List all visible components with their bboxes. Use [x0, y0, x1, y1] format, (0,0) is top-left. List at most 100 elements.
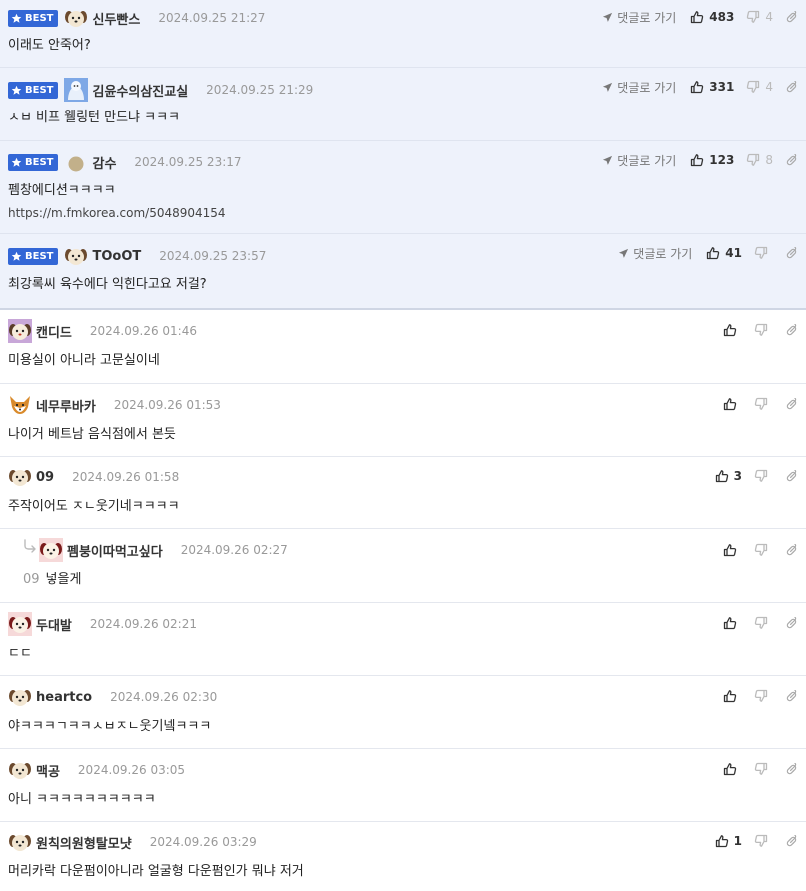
nickname[interactable]: 김윤수의삼진교실: [92, 81, 188, 100]
upvote-button[interactable]: [723, 543, 742, 557]
avatar[interactable]: [64, 6, 88, 30]
downvote-button[interactable]: [754, 246, 773, 260]
upvote-button[interactable]: 3: [715, 469, 742, 483]
comment-text: 나이거 베트남 음식점에서 본듯: [8, 427, 176, 442]
copy-link-button[interactable]: [785, 324, 798, 337]
avatar[interactable]: [8, 465, 32, 489]
paper-plane-icon: [618, 248, 629, 259]
downvote-button[interactable]: [754, 469, 773, 483]
nickname[interactable]: 펨붕이따먹고싶다: [67, 541, 163, 560]
upvote-button[interactable]: [723, 323, 742, 337]
nickname[interactable]: 두대발: [36, 615, 72, 634]
link-icon: [785, 470, 798, 483]
copy-link-button[interactable]: [785, 690, 798, 703]
comment-actions: 댓글로 가기 123 8: [602, 151, 798, 169]
copy-link-button[interactable]: [785, 617, 798, 630]
upvote-button[interactable]: [723, 689, 742, 703]
comment-item: BEST TOoOT 2024.09.25 23:57 댓글로 가기 41 최강…: [0, 234, 806, 310]
comment-item: 09 2024.09.26 01:58 3 주작이어도 ㅈㄴ웃기네ㅋㅋㅋㅋ: [0, 457, 806, 529]
avatar[interactable]: [39, 538, 63, 562]
thumbs-down-icon: [754, 469, 768, 483]
thumbs-up-icon: [715, 834, 729, 848]
upvote-button[interactable]: 123: [690, 153, 734, 167]
upvote-button[interactable]: 483: [690, 10, 734, 24]
thumbs-up-icon: [706, 246, 720, 260]
avatar[interactable]: [8, 830, 32, 854]
avatar[interactable]: [64, 244, 88, 268]
copy-link-button[interactable]: [785, 835, 798, 848]
downvote-count: 4: [765, 80, 773, 94]
nickname[interactable]: TOoOT: [92, 249, 141, 264]
go-to-reply-link[interactable]: 댓글로 가기: [602, 152, 676, 169]
comment-date: 2024.09.26 02:27: [180, 543, 288, 557]
nickname[interactable]: 네무루바카: [36, 396, 96, 415]
comment-text: 야ㅋㅋㅋㄱㅋㅋㅅㅂㅈㄴ웃기넼ㅋㅋㅋ: [8, 719, 212, 734]
upvote-button[interactable]: 41: [706, 246, 742, 260]
nickname[interactable]: 맥공: [36, 761, 60, 780]
thumbs-up-icon: [723, 323, 737, 337]
avatar[interactable]: [8, 393, 32, 417]
downvote-button[interactable]: [754, 689, 773, 703]
copy-link-button[interactable]: [785, 398, 798, 411]
upvote-button[interactable]: 331: [690, 80, 734, 94]
downvote-button[interactable]: [754, 543, 773, 557]
nickname[interactable]: 09: [36, 470, 54, 485]
comment-actions: 댓글로 가기 483 4: [602, 8, 798, 26]
star-icon: [11, 85, 22, 96]
star-icon: [11, 251, 22, 262]
thumbs-down-icon: [754, 762, 768, 776]
nickname[interactable]: 원칙의원형탈모냣: [36, 833, 132, 852]
avatar[interactable]: [64, 150, 88, 174]
avatar[interactable]: [8, 758, 32, 782]
downvote-button[interactable]: [754, 834, 773, 848]
downvote-button[interactable]: [754, 397, 773, 411]
copy-link-button[interactable]: [785, 11, 798, 24]
thumbs-down-icon: [754, 323, 768, 337]
copy-link-button[interactable]: [785, 544, 798, 557]
copy-link-button[interactable]: [785, 154, 798, 167]
comment-actions: [723, 760, 798, 778]
downvote-count: 4: [765, 10, 773, 24]
go-to-reply-link[interactable]: 댓글로 가기: [618, 245, 692, 262]
link-icon: [785, 617, 798, 630]
avatar[interactable]: [64, 78, 88, 102]
comment-meta: 두대발 2024.09.26 02:21: [8, 614, 197, 634]
go-to-reply-link[interactable]: 댓글로 가기: [602, 9, 676, 26]
upvote-button[interactable]: [723, 616, 742, 630]
comment-meta: 캔디드 2024.09.26 01:46: [8, 321, 197, 341]
go-to-reply-link[interactable]: 댓글로 가기: [602, 79, 676, 96]
upvote-count: 123: [709, 153, 735, 167]
upvote-button[interactable]: [723, 762, 742, 776]
comment-url-link[interactable]: https://m.fmkorea.com/5048904154: [8, 206, 226, 220]
downvote-button[interactable]: 8: [746, 153, 773, 167]
parent-nickname-ref[interactable]: 09: [23, 572, 40, 587]
copy-link-button[interactable]: [785, 247, 798, 260]
reply-link-label: 댓글로 가기: [617, 80, 677, 95]
copy-link-button[interactable]: [785, 763, 798, 776]
avatar[interactable]: [8, 685, 32, 709]
nickname[interactable]: 감수: [92, 153, 116, 172]
downvote-button[interactable]: [754, 616, 773, 630]
nickname[interactable]: 신두빤스: [92, 9, 140, 28]
thumbs-up-icon: [723, 397, 737, 411]
comment-meta: 네무루바카 2024.09.26 01:53: [8, 395, 221, 415]
downvote-button[interactable]: 4: [746, 10, 773, 24]
link-icon: [785, 398, 798, 411]
downvote-button[interactable]: [754, 762, 773, 776]
nickname[interactable]: heartco: [36, 690, 92, 705]
comment-meta: 09 2024.09.26 01:58: [8, 467, 179, 487]
upvote-count: 41: [725, 246, 742, 260]
downvote-button[interactable]: [754, 323, 773, 337]
avatar[interactable]: [8, 319, 32, 343]
thumbs-down-icon: [746, 153, 760, 167]
upvote-button[interactable]: [723, 397, 742, 411]
comment-meta: BEST 신두빤스 2024.09.25 21:27: [8, 8, 265, 28]
copy-link-button[interactable]: [785, 81, 798, 94]
upvote-button[interactable]: 1: [715, 834, 742, 848]
upvote-count: 3: [733, 469, 742, 483]
avatar[interactable]: [8, 612, 32, 636]
nickname[interactable]: 캔디드: [36, 322, 72, 341]
copy-link-button[interactable]: [785, 470, 798, 483]
best-badge: BEST: [8, 247, 59, 265]
downvote-button[interactable]: 4: [746, 80, 773, 94]
